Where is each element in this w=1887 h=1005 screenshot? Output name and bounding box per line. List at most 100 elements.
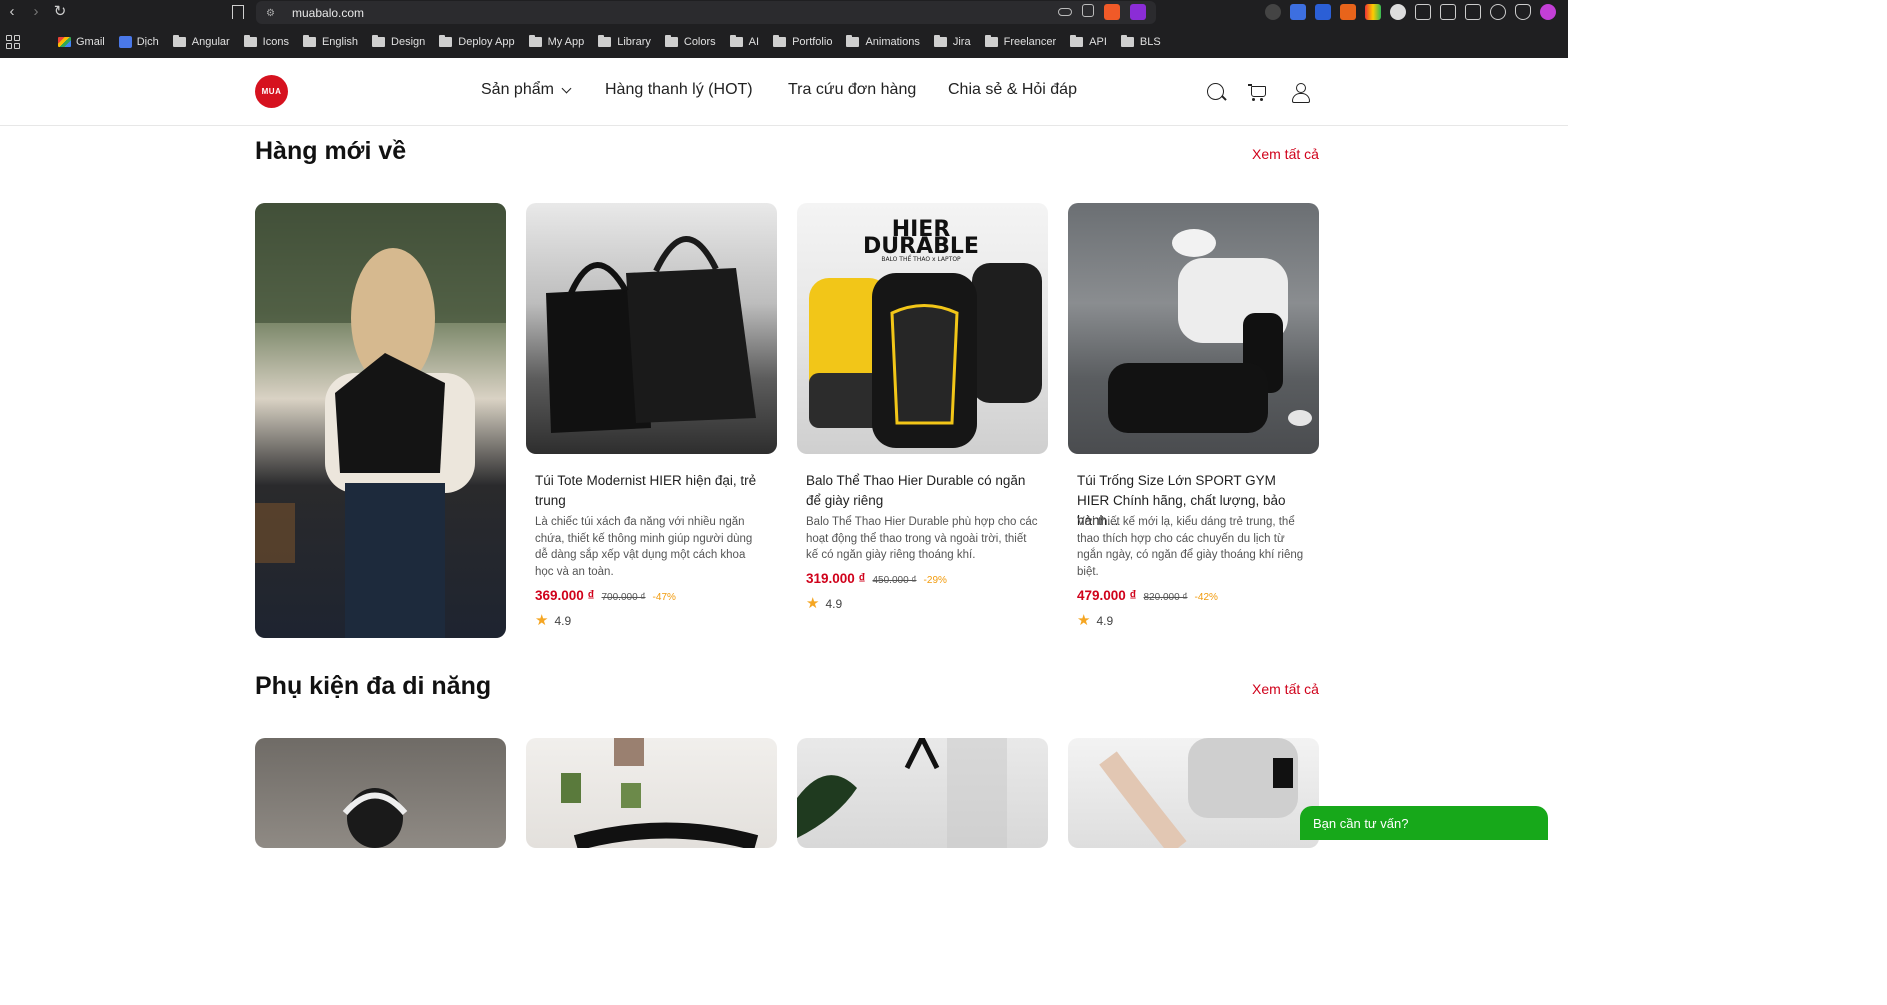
see-all-new-arrivals-link[interactable]: Xem tất cả bbox=[1252, 146, 1319, 162]
folder-icon bbox=[1070, 35, 1084, 47]
product-name[interactable]: Balo Thể Thao Hier Durable có ngăn để gi… bbox=[806, 471, 1038, 511]
extension-icon[interactable] bbox=[1315, 4, 1331, 20]
extension-icon[interactable] bbox=[1340, 4, 1356, 20]
bookmark-icon[interactable] bbox=[232, 5, 244, 19]
puzzle-icon[interactable] bbox=[1415, 4, 1431, 20]
rating-value: 4.9 bbox=[554, 614, 572, 628]
folder-icon bbox=[933, 35, 947, 47]
translate-icon bbox=[118, 36, 132, 48]
product-image[interactable] bbox=[526, 738, 777, 848]
extension-icon[interactable] bbox=[1365, 4, 1381, 20]
bookmark-folder[interactable]: Icons bbox=[243, 35, 289, 48]
bookmark-gmail[interactable]: Gmail bbox=[58, 36, 105, 48]
cart-icon[interactable] bbox=[1248, 82, 1268, 102]
folder-icon bbox=[302, 35, 316, 47]
forward-icon[interactable]: › bbox=[28, 4, 44, 20]
rating-value: 4.9 bbox=[825, 597, 843, 611]
leo-ai-icon[interactable] bbox=[1490, 4, 1506, 20]
translate-extension-icon[interactable] bbox=[1290, 4, 1306, 20]
product-description: Với thiết kế mới lạ, kiểu dáng trẻ trung… bbox=[1077, 516, 1304, 578]
browser-toolbar: ‹ › ↻ ⚙ muabalo.com bbox=[0, 0, 1568, 26]
product-description: Là chiếc túi xách đa năng với nhiều ngăn… bbox=[535, 516, 753, 578]
product-price: 319.000 ₫ bbox=[806, 571, 866, 586]
url-text[interactable]: muabalo.com bbox=[292, 6, 364, 20]
bookmark-folder[interactable]: My App bbox=[528, 35, 584, 48]
duffel-bag-photo bbox=[1108, 229, 1312, 433]
woman-backpack-photo bbox=[255, 203, 506, 638]
bookmark-folder[interactable]: BLS bbox=[1120, 35, 1161, 48]
vpn-icon[interactable] bbox=[1515, 4, 1531, 20]
nav-order-lookup[interactable]: Tra cứu đơn hàng bbox=[788, 81, 948, 99]
site-settings-icon[interactable]: ⚙ bbox=[266, 8, 280, 19]
bookmark-folder[interactable]: Angular bbox=[172, 35, 230, 48]
browser-chrome: ‹ › ↻ ⚙ muabalo.com Gmail Dịch Angular I… bbox=[0, 0, 1568, 58]
sport-backpack-photo: HIER DURABLE BALO THỂ THAO x LAPTOP bbox=[809, 217, 1042, 448]
see-all-accessories-link[interactable]: Xem tất cả bbox=[1252, 681, 1319, 697]
site-logo[interactable]: MUA bbox=[255, 75, 288, 108]
product-image[interactable]: HIER DURABLE BALO THỂ THAO x LAPTOP bbox=[797, 203, 1048, 454]
bookmark-folder[interactable]: Colors bbox=[664, 35, 716, 48]
price-row: 479.000 ₫ 820.000 ₫ -42% bbox=[1077, 588, 1218, 603]
address-bar[interactable]: ⚙ muabalo.com bbox=[256, 1, 1156, 24]
product-image[interactable] bbox=[1068, 203, 1319, 454]
bookmark-folder[interactable]: Deploy App bbox=[439, 35, 515, 48]
discount-badge: -29% bbox=[923, 575, 947, 586]
folder-icon bbox=[439, 35, 453, 47]
bookmark-folder[interactable]: Portfolio bbox=[773, 35, 832, 48]
nav-share-qa[interactable]: Chia sẻ & Hỏi đáp bbox=[948, 81, 1077, 99]
bookmark-folder[interactable]: English bbox=[302, 35, 358, 48]
folder-icon bbox=[846, 35, 860, 47]
chat-support-button[interactable]: Bạn cần tư vấn? bbox=[1300, 806, 1548, 840]
product-name[interactable]: Túi Tote Modernist HIER hiện đại, trẻ tr… bbox=[535, 471, 767, 511]
gmail-icon bbox=[58, 37, 71, 47]
product-old-price: 700.000 ₫ bbox=[601, 592, 646, 603]
brave-rewards-icon[interactable] bbox=[1130, 4, 1146, 20]
apps-grid-icon[interactable] bbox=[6, 35, 20, 49]
product-image[interactable] bbox=[255, 738, 506, 848]
folder-icon bbox=[1120, 35, 1134, 47]
product-image[interactable] bbox=[797, 738, 1048, 848]
sidebar-icon[interactable] bbox=[1440, 4, 1456, 20]
bookmark-folder[interactable]: AI bbox=[729, 35, 759, 48]
key-icon[interactable] bbox=[1058, 8, 1072, 16]
search-icon[interactable] bbox=[1206, 82, 1226, 102]
brave-shield-icon[interactable] bbox=[1104, 4, 1120, 20]
folder-icon bbox=[598, 35, 612, 47]
back-icon[interactable]: ‹ bbox=[4, 4, 20, 20]
product-image[interactable] bbox=[1068, 738, 1319, 848]
user-icon[interactable] bbox=[1290, 82, 1310, 103]
folder-icon bbox=[664, 35, 678, 47]
bookmark-folder[interactable]: Freelancer bbox=[984, 35, 1056, 48]
profile-icon[interactable] bbox=[1540, 4, 1556, 20]
nav-clearance[interactable]: Hàng thanh lý (HOT) bbox=[605, 81, 788, 99]
folder-icon bbox=[773, 35, 787, 47]
bookmark-dich[interactable]: Dịch bbox=[118, 36, 159, 48]
rating-row: ★ 4.9 bbox=[535, 612, 572, 629]
bookmark-folder[interactable]: API bbox=[1070, 35, 1107, 48]
rating-value: 4.9 bbox=[1096, 614, 1114, 628]
product-description: Balo Thể Thao Hier Durable phù hợp cho c… bbox=[806, 516, 1038, 561]
discount-badge: -47% bbox=[652, 592, 676, 603]
bookmark-folder[interactable]: Jira bbox=[933, 35, 971, 48]
bookmark-folder[interactable]: Animations bbox=[846, 35, 920, 48]
extension-icon[interactable] bbox=[1265, 4, 1281, 20]
tote-bag-photo bbox=[546, 236, 756, 433]
folder-icon bbox=[243, 35, 257, 47]
bookmark-folder[interactable]: Library bbox=[598, 35, 651, 48]
new-arrivals-banner-image[interactable] bbox=[255, 203, 506, 638]
extension-icon[interactable] bbox=[1390, 4, 1406, 20]
price-row: 369.000 ₫ 700.000 ₫ -47% bbox=[535, 588, 676, 603]
bookmark-folder[interactable]: Design bbox=[372, 35, 425, 48]
reload-icon[interactable]: ↻ bbox=[52, 4, 68, 20]
product-price: 369.000 ₫ bbox=[535, 588, 595, 603]
address-bar-actions bbox=[1058, 4, 1146, 20]
product-image[interactable] bbox=[526, 203, 777, 454]
nav-products[interactable]: Sản phẩm bbox=[481, 81, 605, 99]
main-nav: Sản phẩm Hàng thanh lý (HOT) Tra cứu đơn… bbox=[481, 81, 1077, 99]
wallet-icon[interactable] bbox=[1465, 4, 1481, 20]
section-title-new-arrivals: Hàng mới về bbox=[255, 137, 407, 165]
extensions-bar bbox=[1265, 4, 1556, 20]
share-icon[interactable] bbox=[1082, 4, 1094, 17]
star-icon: ★ bbox=[535, 612, 549, 629]
plant-bag-photo bbox=[797, 738, 1007, 848]
